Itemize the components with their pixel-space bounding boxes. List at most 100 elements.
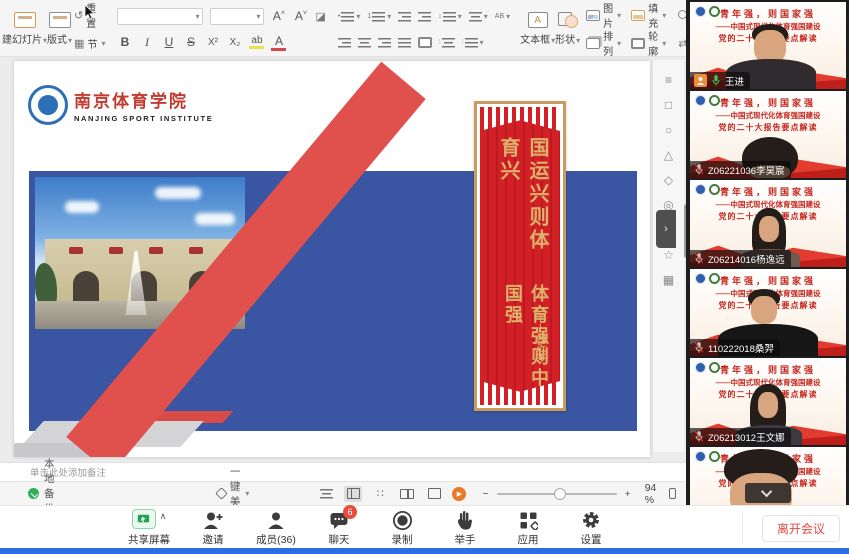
picture-button[interactable]: 图片▾ (586, 5, 621, 25)
share-screen-icon (132, 509, 156, 529)
superscript-button[interactable]: X² (205, 37, 220, 48)
mic-muted-icon (694, 252, 704, 265)
decrease-indent-button[interactable] (398, 11, 411, 22)
participant-tile[interactable]: 青年强，则国家强 ——中国式现代化体育强国建设 党的二十大报告要点解读 1102 (690, 269, 846, 356)
side-tool-shape-icon[interactable]: ○ (665, 124, 672, 136)
slide[interactable]: 南京体育学院 NANJING SPORT INSTITUTE (14, 61, 650, 457)
new-slide-button[interactable]: 建幻灯片▾ (2, 4, 47, 54)
italic-button[interactable]: I (139, 35, 154, 50)
shapes-icon (558, 12, 578, 28)
font-name-select[interactable]: ▾ (117, 8, 203, 25)
bullet-list-button[interactable]: •▾ (338, 11, 360, 22)
text-direction-button[interactable]: AB▾ (495, 12, 510, 21)
participant-tile[interactable]: 青年强，则国家强 ——中国式现代化体育强国建设 党的二十大报告要点解读 (690, 2, 846, 89)
apps-button[interactable]: 应用 (508, 509, 548, 547)
grow-font-button[interactable]: A˄ (271, 9, 286, 23)
align-center-button[interactable] (358, 37, 371, 48)
side-tool-slide-icon[interactable]: □ (665, 99, 672, 111)
layout-button[interactable]: 版式▾ (47, 4, 72, 54)
align-middle-button[interactable]: ∶▾ (462, 37, 484, 48)
font-color-button[interactable]: A (271, 34, 286, 51)
slide-sorter-button[interactable]: ∷ (371, 486, 389, 502)
raise-hand-button[interactable]: 举手 (445, 509, 485, 547)
raise-hand-icon (456, 510, 474, 530)
zoom-in-button[interactable]: + (625, 488, 631, 500)
notes-pane[interactable]: 单击此处添加备注 (0, 462, 686, 481)
side-tool-media-icon[interactable]: ▦ (663, 274, 674, 286)
participants-sidebar: 青年强，则国家强 ——中国式现代化体育强国建设 党的二十大报告要点解读 (686, 0, 849, 505)
record-button[interactable]: 录制 (382, 509, 422, 547)
participant-name: Z06221036李昊宸 (708, 163, 785, 177)
notes-view-button[interactable] (317, 486, 335, 502)
invite-button[interactable]: 邀请 (193, 509, 233, 547)
strikethrough-button[interactable]: S (183, 35, 198, 49)
mic-on-icon (711, 74, 721, 87)
mic-muted-icon (694, 163, 704, 176)
gear-icon (581, 510, 601, 530)
align-left-button[interactable] (338, 37, 351, 48)
distribute-button[interactable] (418, 37, 432, 48)
presenter-view-button[interactable] (425, 486, 443, 502)
justify-button[interactable] (398, 37, 411, 48)
arrange-button[interactable]: 排列▾ (586, 33, 621, 53)
slideshow-play-button[interactable]: ▶ (452, 487, 466, 501)
zoom-level: 94 % (645, 482, 657, 506)
participant-name-bar: 110222018桑羿 (690, 339, 780, 356)
host-badge-icon (694, 74, 707, 87)
reading-view-button[interactable] (398, 486, 416, 502)
textbox-button[interactable]: A 文本框▾ (520, 4, 555, 54)
line-spacing-button[interactable]: ↕▾ (438, 11, 462, 22)
align-top-button[interactable]: ∶ (439, 37, 455, 48)
participant-name: 王进 (725, 74, 744, 88)
chat-unread-badge: 6 (343, 505, 357, 519)
side-tool-design-icon[interactable]: ◇ (664, 174, 673, 186)
chat-button[interactable]: 6 聊天 (319, 509, 359, 547)
new-slide-label: 建幻灯片 (2, 35, 42, 46)
normal-view-button[interactable] (344, 486, 362, 502)
side-tool-properties-icon[interactable]: ≡ (665, 74, 672, 86)
participant-tile[interactable]: 青年强，则国家强 ——中国式现代化体育强国建设 党的二十大报告要点解读 Z062 (690, 358, 846, 445)
new-slide-icon (14, 12, 36, 28)
share-options-caret[interactable]: ∧ (160, 511, 167, 522)
participant-name-bar: 王进 (690, 72, 750, 89)
textbox-icon: A (528, 12, 548, 28)
chevron-down-icon: ▾ (245, 489, 249, 498)
underline-button[interactable]: U (161, 35, 176, 49)
subscript-button[interactable]: X₂ (227, 37, 242, 48)
scroll-banner: 国运兴则体育兴 体育强则中国强 ——习近平 (474, 101, 566, 411)
align-right-button[interactable] (378, 37, 391, 48)
highlight-color-button[interactable]: ab (249, 35, 264, 49)
fit-slide-button[interactable] (669, 488, 676, 499)
side-tool-history-icon[interactable]: ☆ (663, 249, 674, 261)
zoom-slider[interactable] (497, 493, 617, 495)
layout-icon (49, 12, 71, 28)
zoom-out-button[interactable]: − (482, 488, 488, 500)
scroll-participants-down-button[interactable] (745, 483, 791, 503)
increase-indent-button[interactable] (418, 11, 431, 22)
beautify-icon (215, 487, 228, 500)
outline-button[interactable]: 轮廓▾ (631, 33, 666, 53)
members-button[interactable]: 成员(36) (256, 509, 296, 547)
mic-muted-icon (694, 430, 704, 443)
section-button[interactable]: ▦节▾ (74, 33, 105, 53)
slide-canvas-area: 南京体育学院 NANJING SPORT INSTITUTE (0, 57, 686, 462)
members-icon (266, 510, 286, 530)
participant-tile[interactable]: 青年强，则国家强 ——中国式现代化体育强国建设 党的二十大报告要点解读 Z062 (690, 180, 846, 267)
side-tool-animation-icon[interactable]: △ (664, 149, 673, 161)
participant-tile[interactable]: 青年强，则国家强 ——中国式现代化体育强国建设 党的二十大报告要点解读 Z062… (690, 91, 846, 178)
font-size-select[interactable]: ▾ (210, 8, 264, 25)
panel-collapse-handle[interactable]: › (656, 210, 676, 248)
zoom-slider-knob[interactable] (554, 488, 566, 500)
clear-format-icon[interactable]: ◪ (315, 10, 325, 23)
numbered-list-button[interactable]: 1▾ (367, 11, 391, 22)
shapes-button[interactable]: 形状▾ (555, 4, 580, 54)
school-name-cn: 南京体育学院 (74, 87, 213, 112)
columns-button[interactable]: ▾ (469, 11, 488, 22)
bold-button[interactable]: B (117, 35, 132, 49)
share-screen-button[interactable]: ∧ 共享屏幕 (128, 509, 170, 547)
leave-meeting-button[interactable]: 离开会议 (762, 515, 840, 542)
arrange-icon (586, 38, 600, 49)
settings-button[interactable]: 设置 (571, 509, 611, 547)
fill-button[interactable]: 填充▾ (631, 5, 666, 25)
shrink-font-button[interactable]: A˅ (293, 9, 308, 23)
